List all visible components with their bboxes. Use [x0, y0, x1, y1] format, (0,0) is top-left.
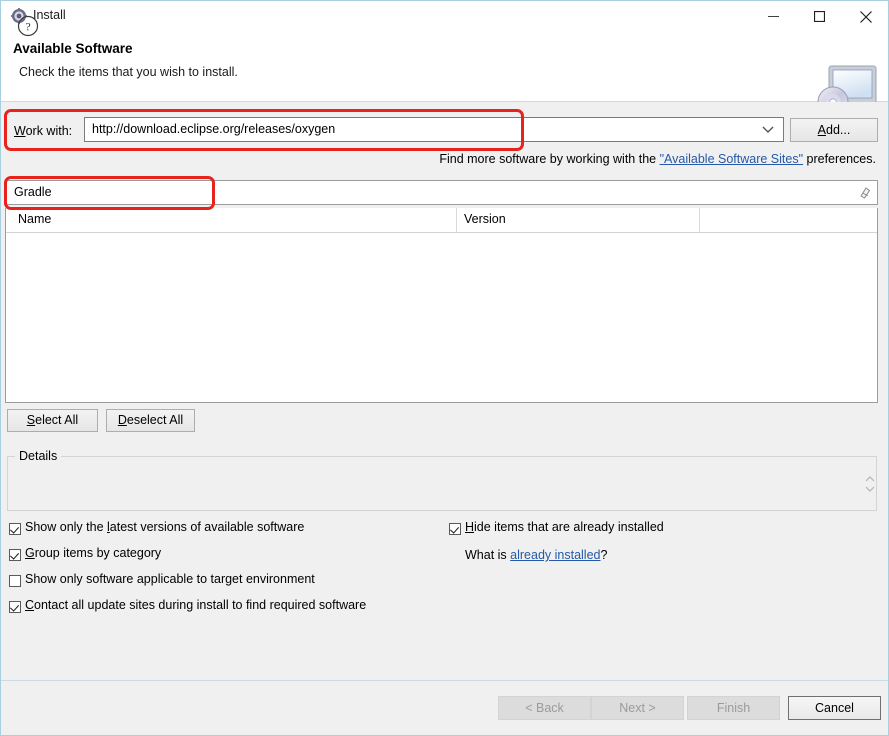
option-mnemonic: C	[25, 598, 35, 612]
work-with-label-rest: ork with:	[25, 124, 73, 138]
column-header-version[interactable]: Version	[464, 212, 506, 226]
maximize-button[interactable]	[799, 1, 845, 30]
what-is-already-installed-text: What is already installed?	[465, 548, 607, 562]
option-label: Group items by category	[25, 546, 161, 560]
help-question-icon[interactable]: ?	[17, 15, 39, 37]
option-label: Show only software applicable to target …	[25, 572, 315, 586]
dialog-header: Available Software Check the items that …	[1, 31, 888, 118]
add-button-mnemonic: A	[817, 123, 826, 137]
checkbox-group-by-category[interactable]	[9, 549, 21, 561]
cancel-button[interactable]: Cancel	[788, 696, 881, 720]
filter-text-input[interactable]: Gradle	[5, 180, 878, 205]
svg-text:?: ?	[25, 20, 30, 34]
add-button-rest: dd...	[826, 123, 851, 137]
minimize-icon	[768, 16, 779, 17]
find-more-software-text: Find more software by working with the "…	[439, 152, 876, 166]
work-with-combobox[interactable]: http://download.eclipse.org/releases/oxy…	[84, 117, 784, 142]
back-button[interactable]: < Back	[498, 696, 591, 720]
filter-value[interactable]: Gradle	[14, 185, 52, 199]
option-mnemonic: G	[25, 546, 35, 560]
option-label: Contact all update sites during install …	[25, 598, 366, 612]
available-software-table[interactable]: Name Version	[5, 208, 878, 403]
already-installed-link[interactable]: already installed	[510, 548, 600, 562]
deselect-all-rest: eselect All	[126, 413, 184, 427]
install-dialog-window: Install Available Software Check the ite…	[0, 0, 889, 736]
deselect-all-button[interactable]: Deselect All	[106, 409, 195, 432]
chevron-down-icon[interactable]	[757, 118, 779, 141]
find-more-prefix: Find more software by working with the	[439, 152, 660, 166]
column-header-name[interactable]: Name	[18, 212, 51, 226]
work-with-label: Work with:	[14, 124, 72, 138]
option-pre: Show only the	[25, 520, 107, 534]
page-title: Available Software	[13, 41, 133, 56]
work-with-value[interactable]: http://download.eclipse.org/releases/oxy…	[92, 122, 335, 136]
details-legend: Details	[15, 449, 62, 463]
up-down-spinner-icon[interactable]	[863, 472, 877, 496]
select-all-button[interactable]: Select All	[7, 409, 98, 432]
find-more-suffix: preferences.	[803, 152, 877, 166]
select-all-mnemonic: S	[26, 413, 36, 427]
next-button[interactable]: Next >	[591, 696, 684, 720]
option-post: atest versions of available software	[109, 520, 305, 534]
option-post: roup items by category	[34, 546, 162, 560]
option-label: Hide items that are already installed	[465, 520, 664, 534]
checkbox-hide-already-installed[interactable]	[449, 523, 461, 535]
minimize-button[interactable]	[753, 1, 799, 30]
column-divider[interactable]	[456, 208, 457, 232]
option-post: ontact all update sites during install t…	[34, 598, 367, 612]
option-label: Show only the latest versions of availab…	[25, 520, 304, 534]
add-site-button[interactable]: Add...	[790, 118, 878, 142]
maximize-icon	[814, 11, 825, 22]
deselect-all-mnemonic: D	[117, 413, 127, 427]
details-panel	[7, 456, 877, 511]
select-all-rest: elect All	[35, 413, 79, 427]
close-icon	[860, 11, 872, 23]
option-post: Show only software applicable to target …	[25, 572, 315, 586]
title-bar: Install	[1, 1, 888, 31]
option-post: ide items that are already installed	[474, 520, 664, 534]
what-is-prefix: What is	[465, 548, 511, 562]
what-is-suffix: ?	[600, 548, 608, 562]
checkbox-contact-all-update-sites[interactable]	[9, 601, 21, 613]
checkbox-applicable-to-target-environment[interactable]	[9, 575, 21, 587]
work-with-mnemonic: W	[14, 124, 26, 138]
eraser-clear-icon[interactable]	[858, 185, 872, 200]
checkbox-show-latest-versions[interactable]	[9, 523, 21, 535]
page-subtitle: Check the items that you wish to install…	[19, 65, 238, 79]
column-divider[interactable]	[699, 208, 700, 232]
close-button[interactable]	[845, 1, 888, 30]
table-header-row: Name Version	[6, 208, 877, 233]
finish-button[interactable]: Finish	[687, 696, 780, 720]
available-software-sites-link[interactable]: "Available Software Sites"	[660, 152, 803, 166]
option-mnemonic: H	[465, 520, 475, 534]
